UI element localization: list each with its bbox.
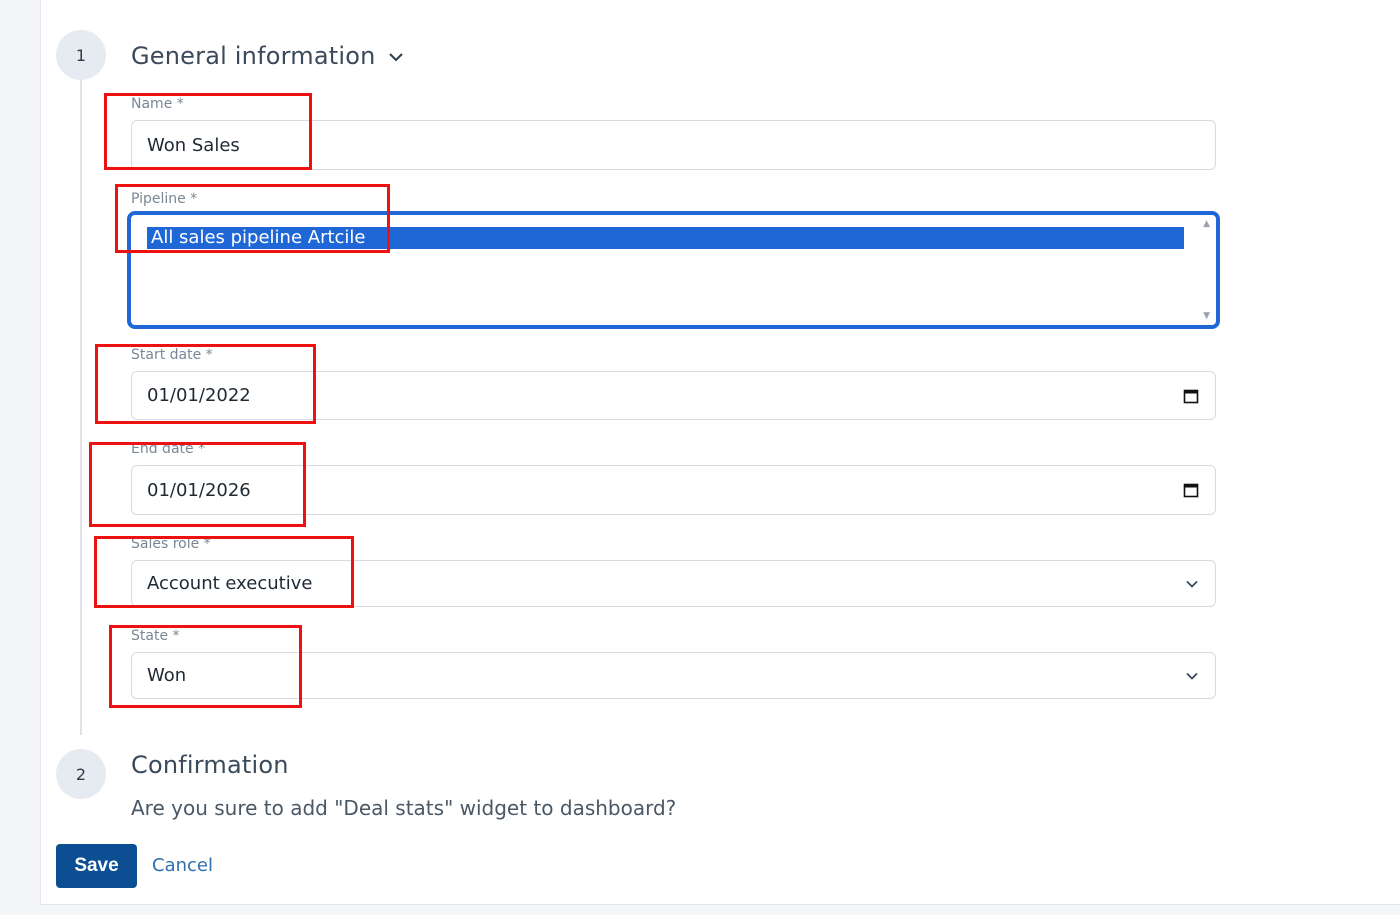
step-2-title: Confirmation — [131, 751, 289, 779]
start-date-label: Start date * — [131, 347, 213, 363]
pipeline-option-selected[interactable]: All sales pipeline Artcile — [147, 227, 1184, 249]
scroll-down-icon[interactable]: ▼ — [1203, 311, 1210, 321]
chevron-down-icon[interactable] — [387, 42, 405, 70]
name-label: Name * — [131, 96, 184, 112]
step-1-header[interactable]: General information — [131, 42, 405, 70]
scroll-up-icon[interactable]: ▲ — [1203, 219, 1210, 229]
step-2-number: 2 — [75, 764, 87, 784]
chevron-down-icon[interactable] — [1185, 577, 1199, 591]
calendar-icon[interactable] — [1183, 482, 1199, 498]
end-date-value: 01/01/2026 — [147, 479, 251, 501]
end-date-input[interactable]: 01/01/2026 — [131, 465, 1216, 515]
end-date-label: End date * — [131, 441, 206, 457]
pipeline-label: Pipeline * — [131, 191, 198, 207]
step-1-title: General information — [131, 42, 376, 70]
cancel-link[interactable]: Cancel — [152, 855, 213, 876]
confirmation-text: Are you sure to add "Deal stats" widget … — [131, 796, 677, 820]
start-date-input[interactable]: 01/01/2022 — [131, 371, 1216, 420]
step-1-number: 1 — [75, 45, 87, 65]
calendar-icon[interactable] — [1183, 388, 1199, 404]
name-value: Won Sales — [147, 134, 240, 156]
step-2-circle: 2 — [56, 749, 106, 799]
stepper-line — [80, 80, 82, 735]
pipeline-listbox[interactable]: All sales pipeline Artcile ▲ ▼ — [127, 211, 1220, 329]
save-button[interactable]: Save — [56, 844, 137, 888]
state-label: State * — [131, 628, 180, 644]
state-value: Won — [147, 665, 187, 686]
sales-role-select[interactable]: Account executive — [131, 560, 1216, 607]
chevron-down-icon[interactable] — [1185, 669, 1199, 683]
sales-role-value: Account executive — [147, 573, 313, 594]
state-select[interactable]: Won — [131, 652, 1216, 699]
step-1-circle: 1 — [56, 30, 106, 80]
sales-role-label: Sales role * — [131, 536, 211, 552]
start-date-value: 01/01/2022 — [147, 385, 251, 406]
name-input[interactable]: Won Sales — [131, 120, 1216, 170]
